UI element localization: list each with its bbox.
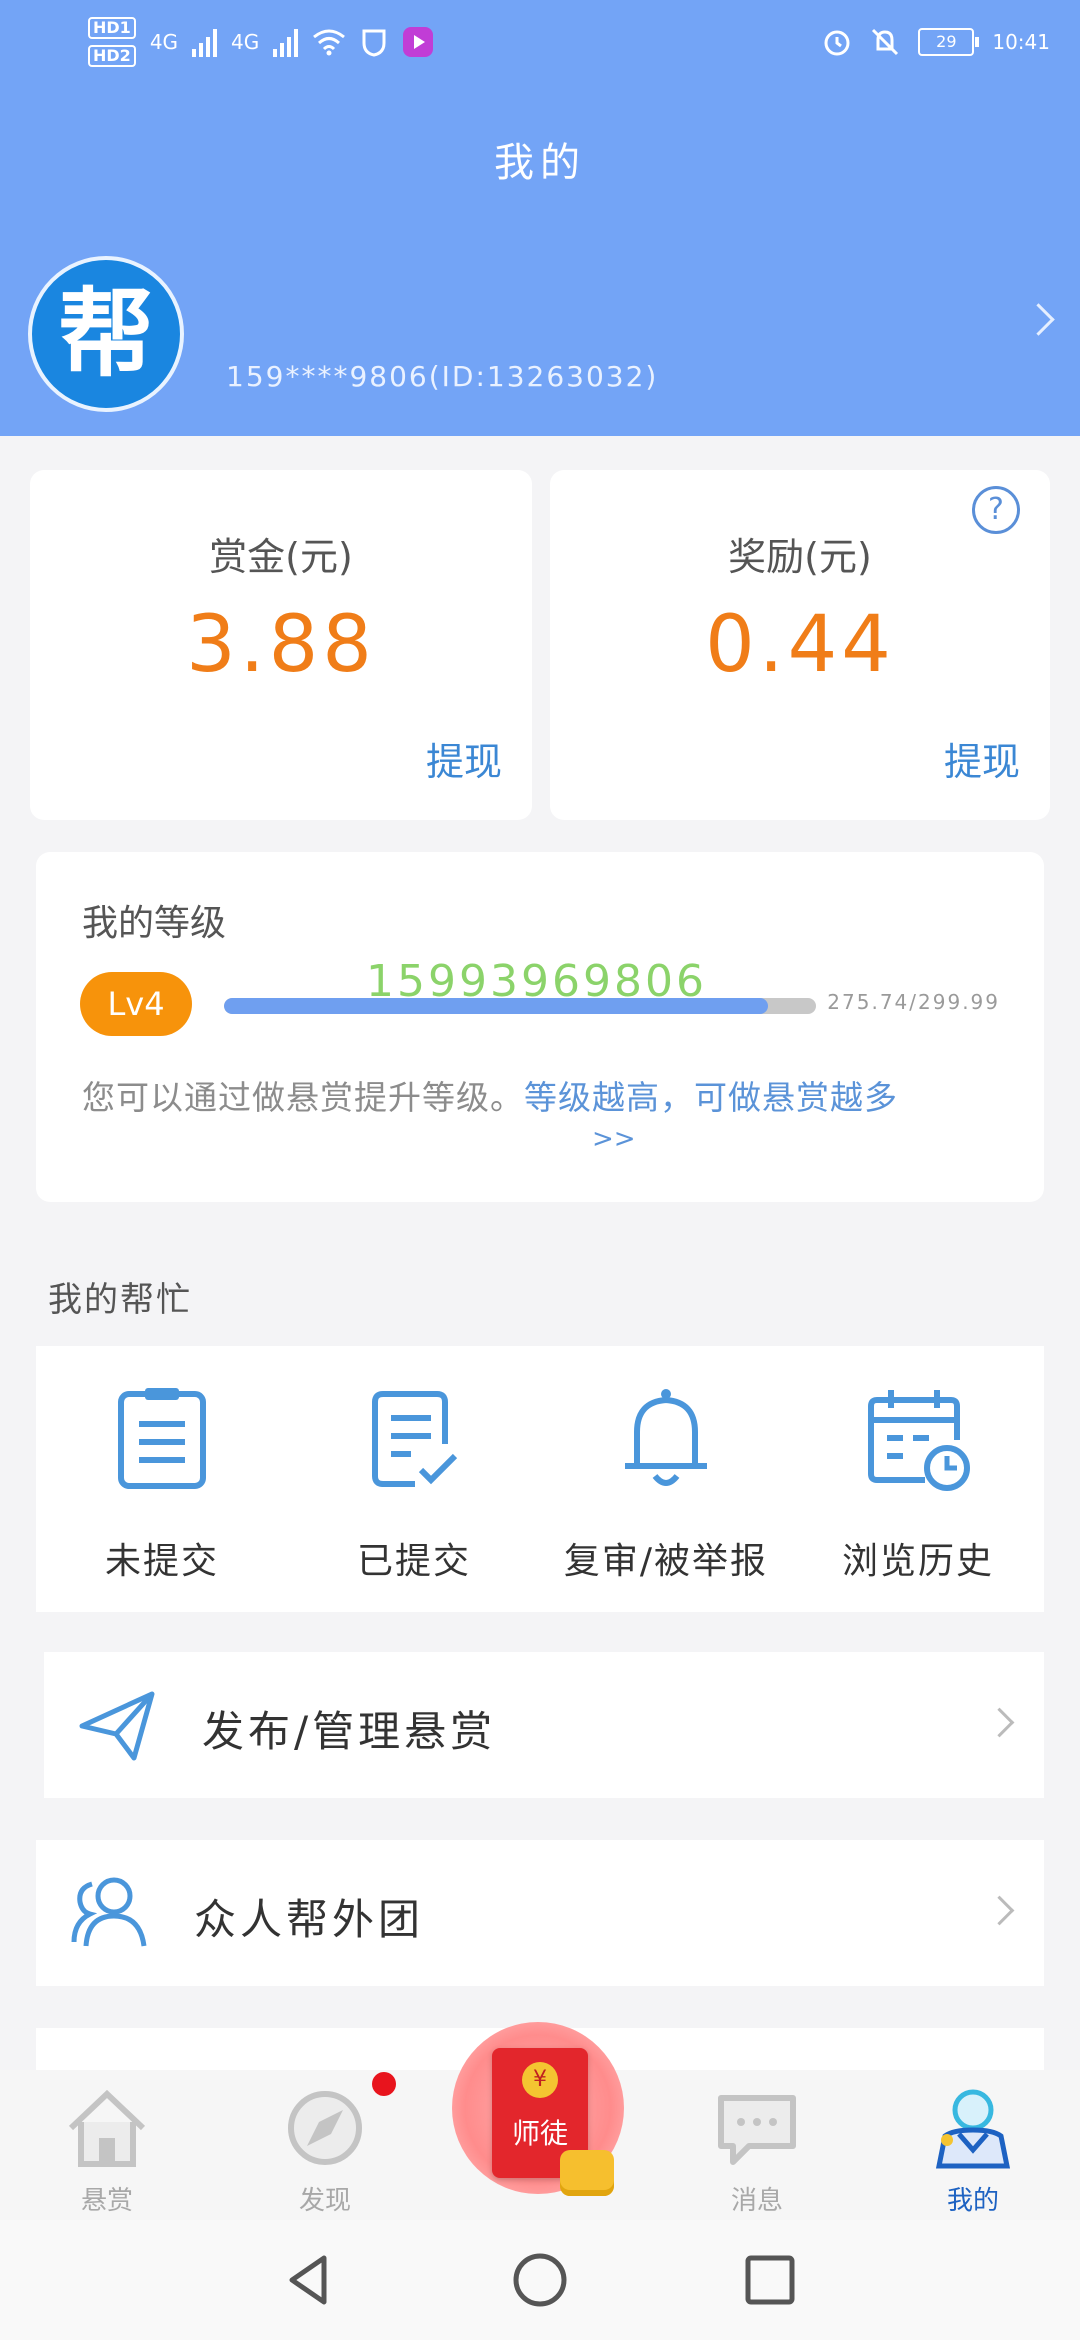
profile-icon xyxy=(935,2089,1011,2169)
tab-bounty[interactable]: 悬赏 xyxy=(42,2084,172,2217)
help-item-label: 已提交 xyxy=(356,1541,471,1582)
help-item-label: 浏览历史 xyxy=(841,1541,994,1582)
network-type-1: 4G xyxy=(149,30,179,54)
bounty-title: 赏金(元) xyxy=(209,535,353,579)
bounty-withdraw-link[interactable]: 提现 xyxy=(426,731,502,786)
system-nav-bar xyxy=(0,2220,1080,2340)
help-item-unsubmitted[interactable]: 未提交 xyxy=(36,1346,288,1612)
menu-label: 众人帮外团 xyxy=(194,1895,425,1944)
level-desc-link[interactable]: 等级越高，可做悬赏越多 xyxy=(524,1078,898,1117)
my-help-grid: 未提交 已提交 复审/被举报 浏览历史 xyxy=(36,1346,1044,1612)
reward-withdraw-link[interactable]: 提现 xyxy=(944,731,1020,786)
user-id-text: 159****9806(ID:13263032) xyxy=(226,360,659,393)
help-item-submitted[interactable]: 已提交 xyxy=(288,1346,540,1612)
hd1-label: HD1 xyxy=(88,17,136,39)
compass-icon xyxy=(288,2091,362,2165)
signal-icon-2 xyxy=(273,27,299,57)
bounty-amount: 3.88 xyxy=(186,600,376,690)
bell-icon xyxy=(625,1389,707,1486)
hd2-label: HD2 xyxy=(88,45,136,67)
checked-document-icon xyxy=(372,1391,458,1487)
phone-number-overlay: 15993969806 xyxy=(366,956,707,1007)
center-button-label: 师徒 xyxy=(511,2117,568,2150)
avatar[interactable]: 帮 xyxy=(28,256,184,412)
shield-icon xyxy=(362,29,386,57)
coins-icon xyxy=(560,2150,614,2196)
level-more-link[interactable]: >> xyxy=(592,1124,636,1154)
users-icon xyxy=(71,1877,147,1947)
calendar-clock-icon xyxy=(868,1390,970,1491)
tab-discover[interactable]: 发现 xyxy=(260,2084,390,2217)
clipboard-icon xyxy=(118,1388,206,1489)
battery-icon: 29 xyxy=(918,28,980,56)
level-badge: Lv4 xyxy=(80,972,192,1036)
tab-label: 消息 xyxy=(730,2186,783,2216)
video-app-icon xyxy=(403,27,434,57)
home-circle-icon[interactable] xyxy=(510,2250,570,2310)
help-item-label: 复审/被举报 xyxy=(563,1541,769,1582)
paper-plane-icon xyxy=(79,1691,155,1761)
my-help-section-title: 我的帮忙 xyxy=(48,1280,192,1320)
tab-messages[interactable]: 消息 xyxy=(692,2084,822,2217)
help-item-review-reported[interactable]: 复审/被举报 xyxy=(540,1346,792,1612)
publish-manage-bounty-row[interactable]: 发布/管理悬赏 xyxy=(44,1652,1044,1798)
help-item-label: 未提交 xyxy=(104,1541,219,1582)
yuan-coin-icon: ¥ xyxy=(522,2062,558,2098)
reward-card[interactable]: ? 奖励(元) 0.44 提现 xyxy=(550,470,1050,820)
home-icon xyxy=(68,2089,146,2167)
level-description: 您可以通过做悬赏提升等级。等级越高，可做悬赏越多 xyxy=(82,1078,1026,1118)
alarm-icon xyxy=(824,30,850,56)
menu-label: 发布/管理悬赏 xyxy=(202,1707,497,1756)
status-bar: HD1 HD2 4G 4G 29 10:41 xyxy=(88,14,1050,70)
back-icon[interactable] xyxy=(280,2250,340,2310)
help-item-browse-history[interactable]: 浏览历史 xyxy=(792,1346,1044,1612)
clock: 10:41 xyxy=(992,30,1050,54)
chat-icon xyxy=(718,2095,796,2165)
battery-level: 29 xyxy=(936,32,957,51)
tab-label: 悬赏 xyxy=(80,2186,133,2216)
chevron-right-icon xyxy=(984,1895,1015,1926)
tab-label: 发现 xyxy=(298,2186,351,2216)
level-progress-value: 275.74/299.99 xyxy=(827,990,1000,1014)
chevron-right-icon[interactable] xyxy=(1022,303,1055,336)
profile-header: HD1 HD2 4G 4G 29 10:41 我的 帮 159****9806(… xyxy=(0,0,1080,436)
wifi-icon xyxy=(313,29,346,56)
external-team-row[interactable]: 众人帮外团 xyxy=(36,1840,1044,1986)
chevron-right-icon xyxy=(984,1707,1015,1738)
tab-mine[interactable]: 我的 xyxy=(908,2084,1038,2217)
tab-label: 我的 xyxy=(946,2186,999,2216)
bounty-card[interactable]: 赏金(元) 3.88 提现 xyxy=(30,470,532,820)
level-card[interactable]: 我的等级 Lv4 15993969806 275.74/299.99 您可以通过… xyxy=(36,852,1044,1202)
level-title: 我的等级 xyxy=(82,903,227,944)
level-desc-text: 您可以通过做悬赏提升等级。 xyxy=(82,1078,524,1117)
recent-apps-icon[interactable] xyxy=(740,2250,800,2310)
hd-indicator: HD1 HD2 xyxy=(88,17,136,67)
reward-amount: 0.44 xyxy=(705,600,895,690)
page-title: 我的 xyxy=(494,140,586,186)
notification-dot xyxy=(372,2072,396,2096)
signal-icon xyxy=(192,27,218,57)
mute-bell-icon xyxy=(872,28,899,56)
network-type-2: 4G xyxy=(231,30,260,54)
reward-title: 奖励(元) xyxy=(728,535,872,579)
